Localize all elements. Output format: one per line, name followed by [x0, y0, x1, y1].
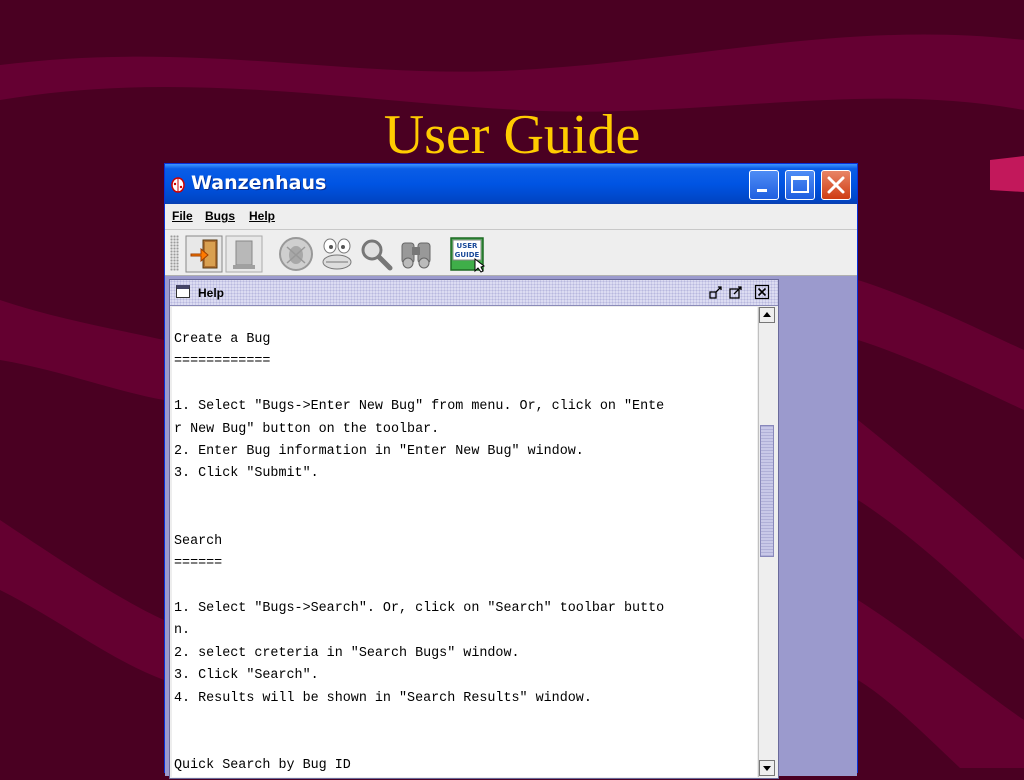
slide-title: User Guide — [383, 104, 641, 166]
help-line: 3. Click "Search". — [174, 668, 319, 684]
help-line: 3. Click "Submit". — [174, 466, 319, 482]
help-line: 1. Select "Bugs->Enter New Bug" from men… — [174, 399, 665, 415]
scroll-down-button[interactable] — [759, 760, 775, 776]
help-line: r New Bug" button on the toolbar. — [174, 421, 440, 437]
title-bar[interactable]: Wanzenhaus — [165, 164, 857, 204]
user-guide-label-guide: GUIDE — [455, 251, 480, 259]
maximize-button[interactable] — [785, 170, 815, 200]
help-line: n. — [174, 623, 191, 639]
help-line: ====== — [174, 556, 223, 572]
scroll-up-button[interactable] — [759, 307, 775, 323]
toolbar-grip[interactable] — [170, 235, 179, 271]
help-content[interactable]: Create a Bug ============ 1. Select "Bug… — [172, 307, 757, 777]
help-text: Create a Bug ============ 1. Select "Bug… — [174, 329, 664, 777]
help-line: Quick Search by Bug ID — [174, 757, 351, 773]
maximize-icon — [791, 176, 809, 193]
help-line: 1. Select "Bugs->Search". Or, click on "… — [174, 600, 665, 616]
search-icon[interactable] — [357, 235, 395, 273]
close-button[interactable] — [821, 170, 851, 200]
vertical-scrollbar[interactable] — [758, 307, 775, 777]
window-title: Wanzenhaus — [191, 172, 327, 194]
close-icon — [827, 176, 845, 194]
app-window: Wanzenhaus File Bugs Help USER GUIDE Hel… — [164, 163, 858, 779]
help-line: Create a Bug — [174, 332, 271, 347]
minimize-frame-icon[interactable] — [708, 284, 724, 300]
bug-face-icon[interactable] — [318, 235, 356, 273]
exit-icon[interactable] — [185, 235, 223, 273]
help-line: Search — [174, 533, 223, 549]
desktop-pane: Help Create a Bug ============ 1. Select… — [165, 276, 857, 779]
toolbar: USER GUIDE — [165, 230, 857, 276]
help-line: 2. Enter Bug information in "Enter New B… — [174, 444, 584, 460]
menu-bar: File Bugs Help — [165, 204, 857, 230]
minimize-icon — [757, 189, 767, 192]
maximize-frame-icon[interactable] — [728, 284, 744, 300]
help-title-bar[interactable]: Help — [170, 280, 778, 306]
help-line: 2. select creteria in "Search Bugs" wind… — [174, 645, 520, 661]
menu-bugs[interactable]: Bugs — [205, 209, 235, 223]
bug-app-icon — [171, 177, 185, 193]
help-window: Help Create a Bug ============ 1. Select… — [169, 279, 779, 779]
help-title: Help — [198, 286, 225, 300]
arrow-up-icon — [763, 312, 771, 317]
scroll-thumb[interactable] — [760, 425, 774, 557]
menu-file[interactable]: File — [172, 209, 193, 223]
help-line: ============ — [174, 354, 271, 370]
bin-icon[interactable] — [225, 235, 263, 273]
user-guide-icon[interactable]: USER GUIDE — [449, 235, 487, 273]
minimize-button[interactable] — [749, 170, 779, 200]
help-line: 4. Results will be shown in "Search Resu… — [174, 690, 592, 706]
binoculars-icon[interactable] — [398, 235, 436, 273]
user-guide-label-user: USER — [457, 242, 479, 250]
bug-icon[interactable] — [277, 235, 315, 273]
frame-icon — [176, 285, 190, 298]
close-frame-icon[interactable] — [754, 284, 770, 300]
arrow-down-icon — [763, 766, 771, 771]
menu-help[interactable]: Help — [249, 209, 275, 223]
